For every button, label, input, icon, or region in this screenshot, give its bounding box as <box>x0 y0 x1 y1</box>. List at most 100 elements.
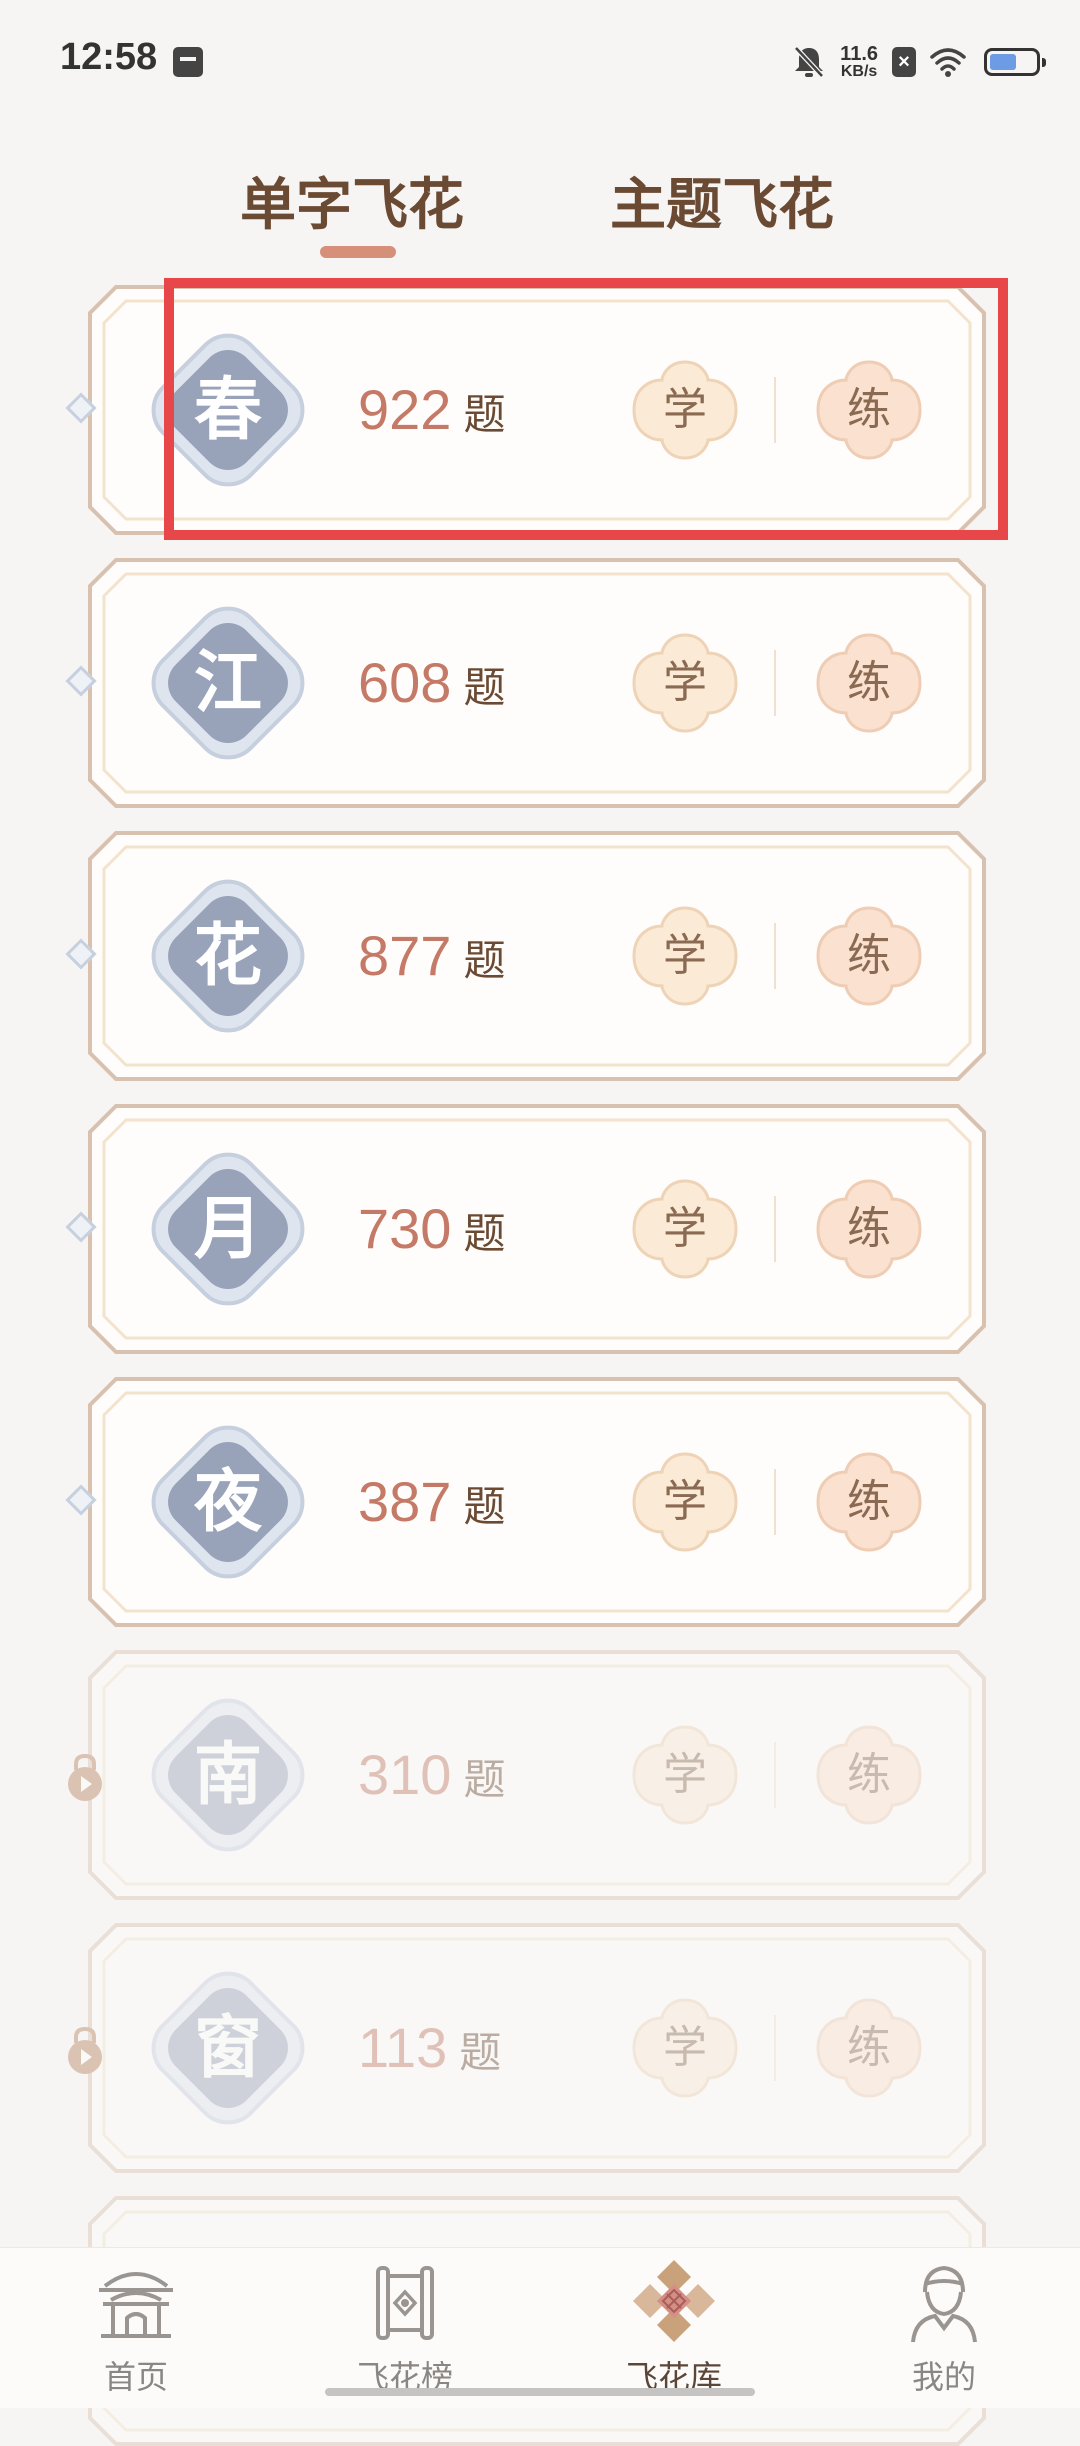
button-divider <box>774 377 776 443</box>
question-count: 113 题 <box>358 2015 501 2085</box>
practice-button-label: 练 <box>847 1203 891 1254</box>
learn-button-label: 学 <box>663 384 707 435</box>
learn-button-label: 学 <box>663 1203 707 1254</box>
learn-button-label: 学 <box>663 2022 707 2073</box>
practice-button[interactable]: 练 <box>814 631 924 735</box>
question-count-number: 877 <box>358 924 452 987</box>
network-speed: 11.6 KB/s <box>840 44 878 80</box>
question-count: 877 题 <box>358 923 505 993</box>
button-divider <box>774 1742 776 1808</box>
nav-home-label: 首页 <box>103 2358 168 2396</box>
character-badge: 夜 <box>136 1410 320 1594</box>
question-count-unit: 题 <box>463 1755 506 1804</box>
practice-button-label: 练 <box>847 657 891 708</box>
character-badge: 江 <box>136 591 320 775</box>
question-count-unit: 题 <box>463 390 506 439</box>
character-card[interactable]: 窗 113 题 学 练 <box>68 1923 986 2173</box>
character-text: 春 <box>193 370 262 450</box>
nav-rank[interactable]: 飞花榜 <box>305 2254 505 2396</box>
button-divider <box>774 1196 776 1262</box>
profile-icon <box>911 2265 977 2343</box>
character-badge: 春 <box>136 318 320 502</box>
character-text: 花 <box>193 916 262 996</box>
character-text: 夜 <box>193 1462 262 1542</box>
no-sim-icon: × <box>892 47 916 77</box>
notification-app-icon <box>173 47 203 77</box>
practice-button-label: 练 <box>847 2022 891 2073</box>
practice-button-label: 练 <box>847 1476 891 1527</box>
nav-home[interactable]: 首页 <box>36 2254 236 2396</box>
nav-library[interactable]: 飞花库 <box>574 2254 774 2396</box>
learn-button[interactable]: 学 <box>630 631 740 735</box>
practice-button-label: 练 <box>847 1749 891 1800</box>
question-count-number: 310 <box>358 1743 452 1806</box>
learn-button[interactable]: 学 <box>630 358 740 462</box>
question-count-unit: 题 <box>463 1209 506 1258</box>
button-divider <box>774 2015 776 2081</box>
character-badge: 窗 <box>136 1956 320 2140</box>
status-bar: 12:58 11.6 KB/s × <box>0 0 1080 120</box>
lock-icon <box>60 1752 110 1802</box>
home-indicator[interactable] <box>325 2388 755 2396</box>
character-badge: 南 <box>136 1683 320 1867</box>
character-card[interactable]: 南 310 题 学 练 <box>68 1650 986 1900</box>
bottom-navigation: 首页 飞花榜 飞花库 我的 <box>0 2247 1080 2408</box>
question-count-number: 608 <box>358 651 452 714</box>
button-divider <box>774 923 776 989</box>
character-badge: 花 <box>136 864 320 1048</box>
battery-icon <box>984 48 1046 76</box>
learn-button-label: 学 <box>663 1749 707 1800</box>
status-indicators: 11.6 KB/s × <box>792 40 1046 84</box>
character-card[interactable]: 江 608 题 学 练 <box>65 558 986 808</box>
character-text: 江 <box>193 643 262 723</box>
question-count: 387 题 <box>358 1469 505 1539</box>
learn-button-label: 学 <box>663 657 707 708</box>
bell-muted-icon <box>792 44 826 80</box>
question-count-unit: 题 <box>463 1482 506 1531</box>
network-speed-unit: KB/s <box>840 63 878 80</box>
network-speed-value: 11.6 <box>840 43 878 65</box>
scroll-rank-icon <box>376 2266 434 2340</box>
practice-button[interactable]: 练 <box>814 1450 924 1554</box>
character-card[interactable]: 月 730 题 学 练 <box>65 1104 986 1354</box>
flower-library-icon <box>633 2260 715 2342</box>
wifi-icon <box>930 47 966 77</box>
lock-icon <box>60 2025 110 2075</box>
question-count-number: 113 <box>358 2016 448 2079</box>
practice-button[interactable]: 练 <box>814 1723 924 1827</box>
learn-button[interactable]: 学 <box>630 904 740 1008</box>
practice-button[interactable]: 练 <box>814 1996 924 2100</box>
learn-button[interactable]: 学 <box>630 1177 740 1281</box>
question-count-number: 387 <box>358 1470 452 1533</box>
tab-single-character[interactable]: 单字飞花 <box>240 160 464 241</box>
character-badge: 月 <box>136 1137 320 1321</box>
practice-button[interactable]: 练 <box>814 1177 924 1281</box>
learn-button-label: 学 <box>663 930 707 981</box>
question-count: 922 题 <box>358 377 505 447</box>
character-card[interactable]: 花 877 题 学 练 <box>65 831 986 1081</box>
tab-theme[interactable]: 主题飞花 <box>610 160 834 241</box>
learn-button[interactable]: 学 <box>630 1996 740 2100</box>
practice-button-label: 练 <box>847 384 891 435</box>
practice-button-label: 练 <box>847 930 891 981</box>
question-count-unit: 题 <box>459 2028 502 2077</box>
nav-me[interactable]: 我的 <box>844 2254 1044 2396</box>
question-count: 608 题 <box>358 650 505 720</box>
question-count: 730 题 <box>358 1196 505 1266</box>
practice-button[interactable]: 练 <box>814 904 924 1008</box>
question-count-number: 922 <box>358 378 452 441</box>
nav-me-label: 我的 <box>911 2358 976 2396</box>
question-count-unit: 题 <box>463 663 506 712</box>
status-time: 12:58 <box>60 36 158 78</box>
home-pavilion-icon <box>99 2272 173 2338</box>
learn-button[interactable]: 学 <box>630 1450 740 1554</box>
button-divider <box>774 650 776 716</box>
button-divider <box>774 1469 776 1535</box>
question-count: 310 题 <box>358 1742 505 1812</box>
active-tab-indicator <box>320 246 396 258</box>
learn-button-label: 学 <box>663 1476 707 1527</box>
practice-button[interactable]: 练 <box>814 358 924 462</box>
learn-button[interactable]: 学 <box>630 1723 740 1827</box>
character-card[interactable]: 春 922 题 学 练 <box>65 285 986 535</box>
character-card[interactable]: 夜 387 题 学 练 <box>65 1377 986 1627</box>
